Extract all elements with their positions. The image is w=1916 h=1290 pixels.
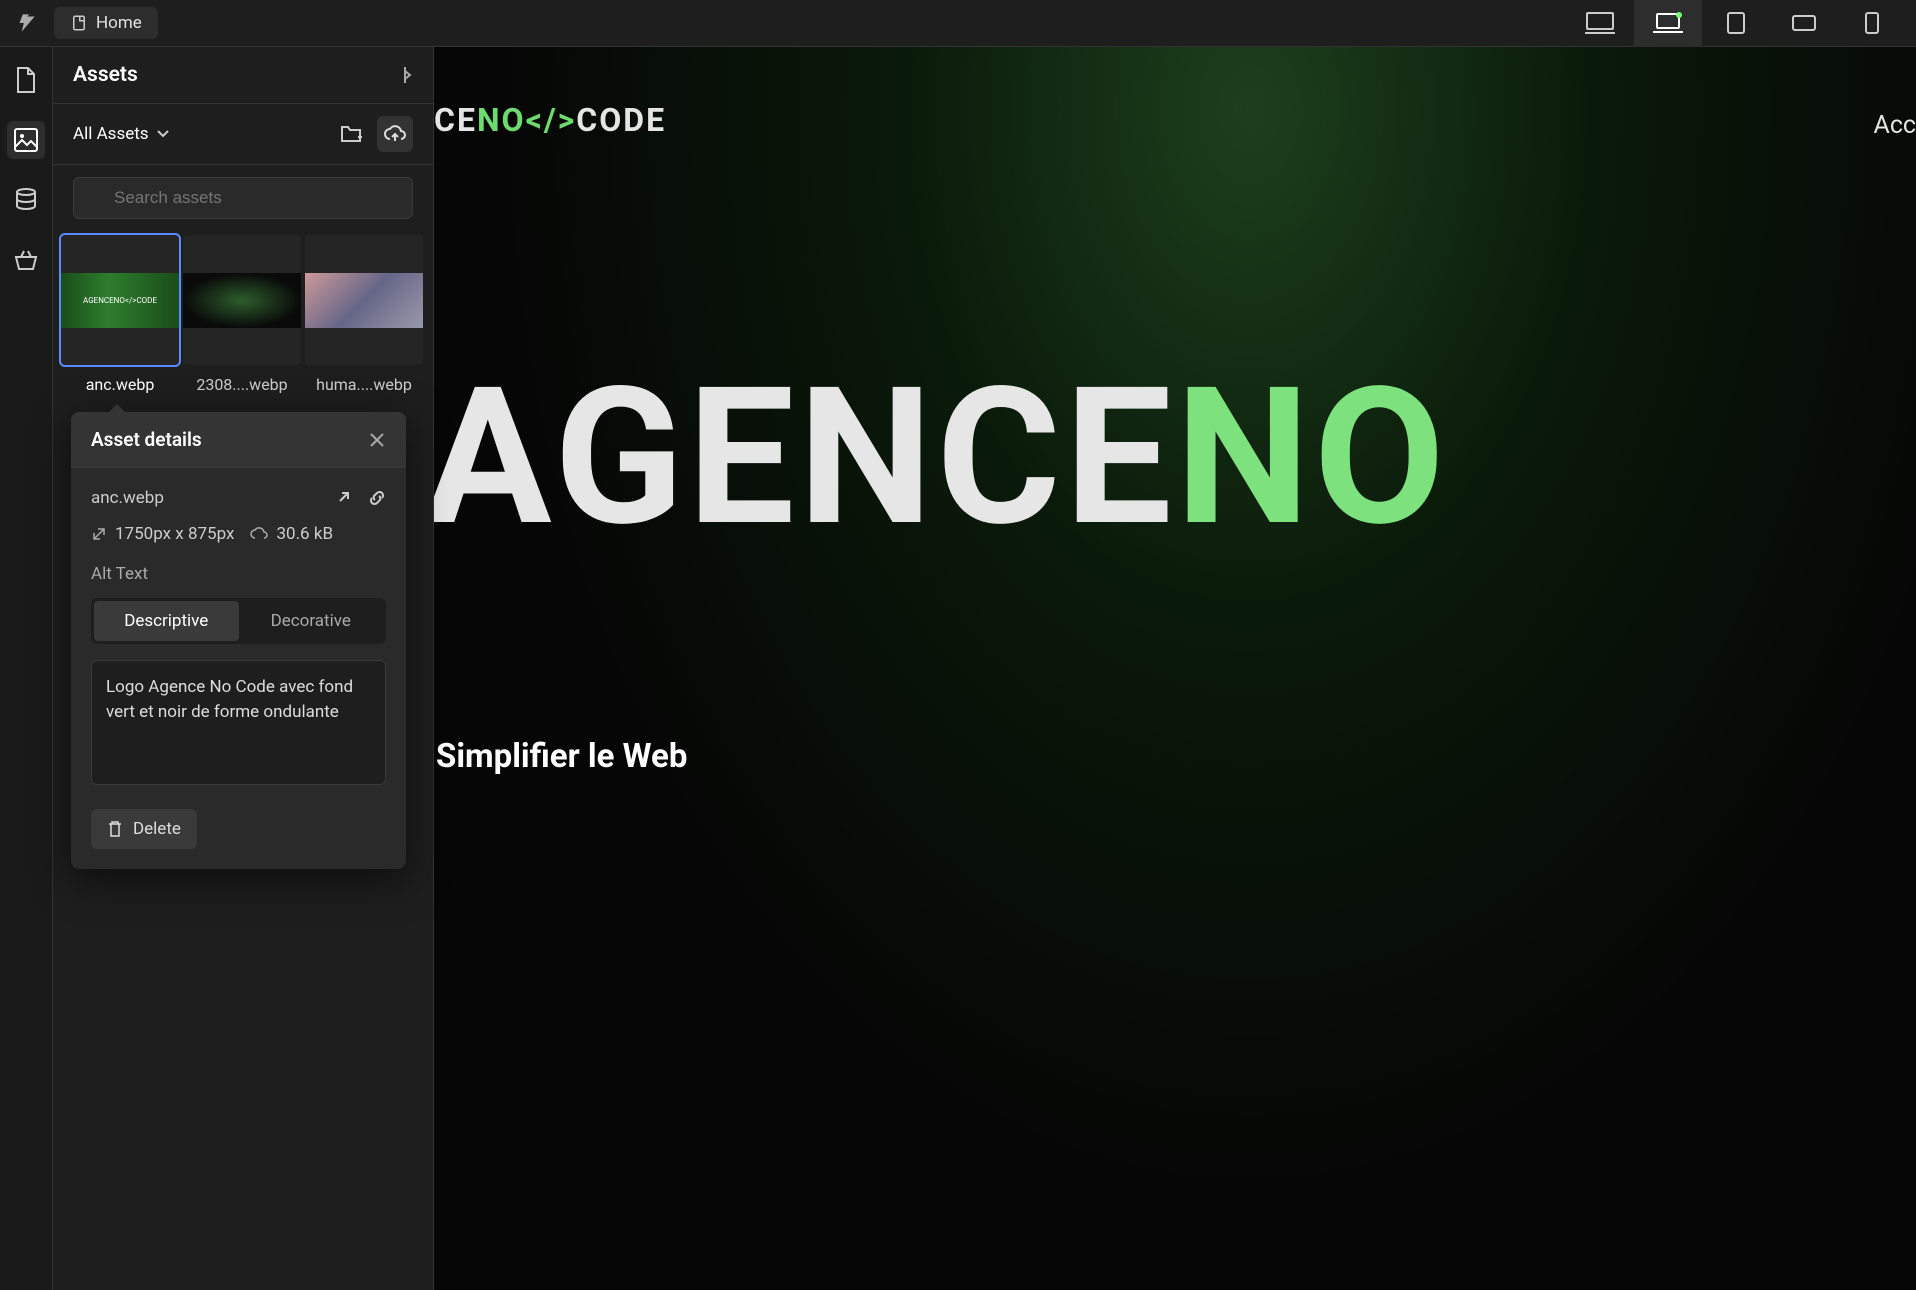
copy-link-button[interactable] <box>368 489 386 507</box>
asset-thumbnail: AGENCENO</>CODE <box>61 235 179 365</box>
delete-button[interactable]: Delete <box>91 809 197 849</box>
device-desktop-button[interactable] <box>1566 0 1634 47</box>
open-asset-button[interactable] <box>336 489 352 507</box>
search-row <box>53 165 433 231</box>
canvas-tagline: Simplifier le Web <box>436 737 687 776</box>
panel-title: Assets <box>73 63 138 87</box>
canvas-nav-item: Acc <box>1874 111 1916 140</box>
dimensions-icon <box>91 526 107 542</box>
segment-decorative[interactable]: Decorative <box>239 601 384 641</box>
filter-label: All Assets <box>73 124 149 144</box>
alt-text-label: Alt Text <box>91 564 386 584</box>
asset-item[interactable]: 2308....webp <box>183 235 301 404</box>
device-large-button[interactable] <box>1634 0 1702 47</box>
desktop-icon <box>1585 11 1615 35</box>
rail-cms-button[interactable] <box>7 181 45 219</box>
new-folder-button[interactable] <box>333 116 369 152</box>
home-button[interactable]: Home <box>54 7 158 39</box>
device-tablet-button[interactable] <box>1702 0 1770 47</box>
details-filename: anc.webp <box>91 488 164 508</box>
canvas[interactable]: CE NO </> CODE Acc AGENCE NO Simplifier … <box>434 47 1916 1290</box>
asset-item[interactable]: huma....webp <box>305 235 423 404</box>
delete-label: Delete <box>133 819 181 839</box>
external-link-icon <box>336 489 352 505</box>
device-landscape-button[interactable] <box>1770 0 1838 47</box>
page-icon <box>70 14 88 32</box>
asset-thumbnail <box>305 235 423 365</box>
filesize-icon <box>250 527 268 541</box>
asset-label: 2308....webp <box>196 365 287 404</box>
close-button[interactable] <box>368 431 386 449</box>
close-icon <box>368 431 386 449</box>
page-icon <box>14 66 38 94</box>
webflow-logo[interactable] <box>10 7 42 39</box>
device-phone-button[interactable] <box>1838 0 1906 47</box>
device-switcher <box>1566 0 1906 47</box>
alt-text-input[interactable] <box>91 660 386 785</box>
folder-plus-icon <box>340 125 362 143</box>
pin-panel-button[interactable] <box>397 65 413 85</box>
details-meta: 1750px x 875px 30.6 kB <box>91 524 386 544</box>
pin-icon <box>397 65 413 85</box>
phone-icon <box>1864 11 1880 35</box>
canvas-small-logo: CE NO </> CODE <box>434 101 666 139</box>
details-title: Asset details <box>91 428 202 451</box>
rail-pages-button[interactable] <box>7 61 45 99</box>
alt-type-segmented: Descriptive Decorative <box>91 598 386 644</box>
details-header: Asset details <box>71 412 406 468</box>
asset-label: huma....webp <box>316 365 412 404</box>
database-icon <box>14 187 38 213</box>
left-rail <box>0 47 53 1290</box>
modified-indicator-icon <box>1676 12 1682 18</box>
asset-details-popover: Asset details anc.webp 1750px x 875px <box>71 412 406 869</box>
link-icon <box>368 489 386 507</box>
segment-descriptive[interactable]: Descriptive <box>94 601 239 641</box>
upload-button[interactable] <box>377 116 413 152</box>
asset-grid: AGENCENO</>CODE anc.webp 2308....webp hu… <box>53 231 433 408</box>
details-body: anc.webp 1750px x 875px 30.6 kB Alt Text <box>71 468 406 869</box>
asset-thumbnail <box>183 235 301 365</box>
asset-item[interactable]: AGENCENO</>CODE anc.webp <box>61 235 179 404</box>
panel-header: Assets <box>53 47 433 104</box>
top-bar: Home <box>0 0 1916 47</box>
panel-filter-bar: All Assets <box>53 104 433 165</box>
rail-assets-button[interactable] <box>7 121 45 159</box>
cloud-upload-icon <box>384 125 406 143</box>
phone-landscape-icon <box>1791 14 1817 32</box>
panel-actions <box>333 116 413 152</box>
details-actions <box>336 489 386 507</box>
basket-icon <box>13 248 39 272</box>
search-input[interactable] <box>73 177 413 219</box>
assets-filter-dropdown[interactable]: All Assets <box>73 124 169 144</box>
filesize-value: 30.6 kB <box>276 524 333 544</box>
dimensions-value: 1750px x 875px <box>115 524 234 544</box>
home-label: Home <box>96 13 142 33</box>
image-icon <box>13 127 39 153</box>
asset-label: anc.webp <box>86 365 155 404</box>
chevron-down-icon <box>157 130 169 138</box>
canvas-hero-logo: AGENCE NO <box>434 347 1449 569</box>
trash-icon <box>107 820 123 838</box>
tablet-icon <box>1726 11 1746 35</box>
rail-ecommerce-button[interactable] <box>7 241 45 279</box>
